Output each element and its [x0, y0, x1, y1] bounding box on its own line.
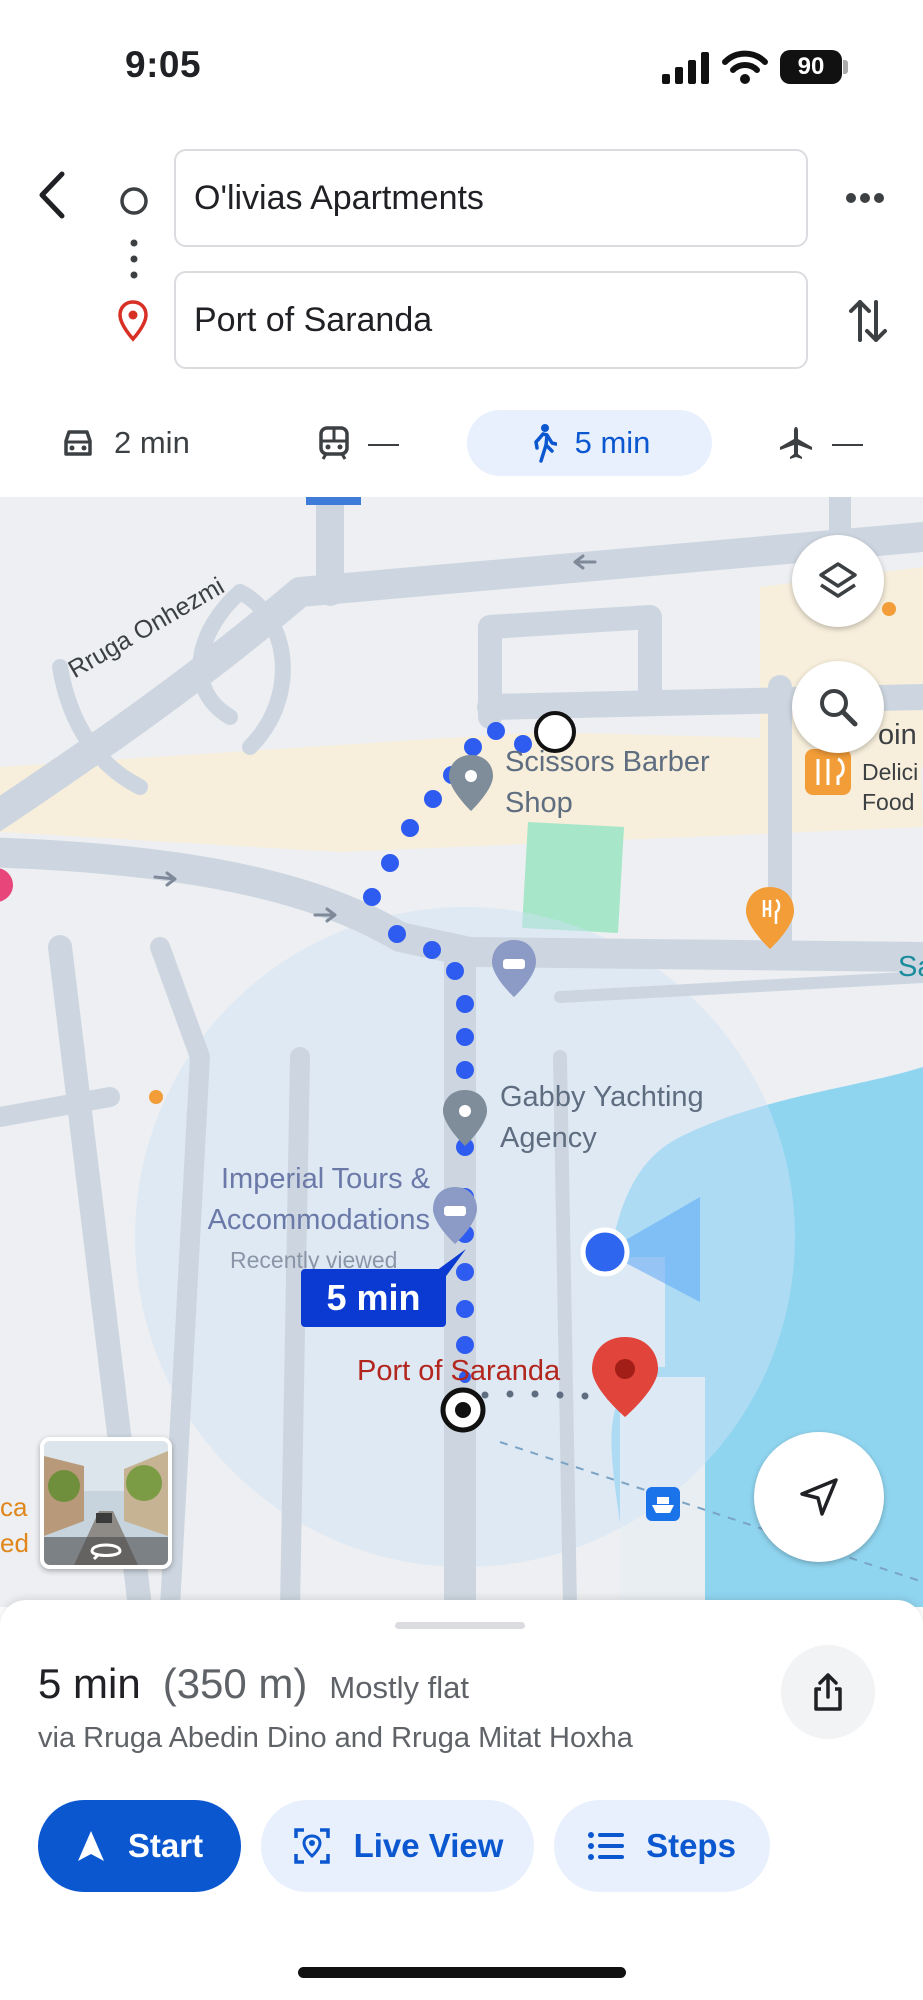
- navigation-arrow-icon: [800, 1478, 838, 1516]
- wifi-icon: [722, 50, 768, 84]
- mode-walk-label: 5 min: [574, 425, 651, 460]
- route-dots-icon: [130, 239, 138, 279]
- transit-icon: [319, 426, 349, 460]
- home-indicator[interactable]: [298, 1967, 626, 1978]
- route-time-badge-tail: [436, 1249, 466, 1279]
- route-terrain: Mostly flat: [329, 1670, 469, 1705]
- airplane-icon: [780, 427, 812, 459]
- sheet-drag-handle[interactable]: [395, 1622, 525, 1629]
- start-label: Start: [127, 1827, 204, 1864]
- status-time: 9:05: [125, 44, 202, 85]
- navigation-start-icon: [77, 1831, 104, 1861]
- map-view[interactable]: Rruga Onhezmi Scissors Barber Shop Gabby…: [0, 497, 923, 1607]
- start-button[interactable]: Start: [38, 1800, 241, 1892]
- layers-button[interactable]: [792, 535, 884, 627]
- walk-icon: [533, 424, 557, 463]
- car-icon: [64, 430, 92, 456]
- live-view-icon: [293, 1828, 330, 1864]
- destination-input[interactable]: Port of Saranda: [174, 271, 808, 369]
- route-time-badge[interactable]: 5 min: [301, 1269, 446, 1327]
- steps-label: Steps: [646, 1827, 736, 1864]
- poi-label-barber[interactable]: Scissors Barber Shop: [505, 742, 755, 824]
- steps-button[interactable]: Steps: [554, 1800, 770, 1892]
- cellular-signal-icon: [662, 52, 709, 84]
- poi-label-partial: Delici: [862, 759, 919, 785]
- poi-label-partial: oin: [878, 719, 917, 751]
- current-location-dot: [580, 1227, 630, 1277]
- search-icon: [820, 689, 858, 727]
- mode-walk-tab[interactable]: 5 min: [467, 410, 712, 476]
- mode-flight-label: —: [832, 425, 863, 460]
- live-view-label: Live View: [353, 1827, 504, 1864]
- more-options-icon[interactable]: [843, 190, 887, 206]
- live-view-button[interactable]: Live View: [261, 1800, 534, 1892]
- destination-value: Port of Saranda: [194, 300, 433, 339]
- poi-label-partial: ca: [0, 1492, 28, 1522]
- share-icon: [814, 1673, 842, 1711]
- mode-car-tab[interactable]: 2 min: [60, 410, 230, 476]
- route-summary: 5 min (350 m) Mostly flat: [38, 1660, 469, 1708]
- list-icon: [588, 1832, 625, 1860]
- poi-label-tours[interactable]: Imperial Tours & Accommodations: [150, 1159, 430, 1241]
- mode-car-label: 2 min: [114, 425, 190, 460]
- battery-indicator: 90: [780, 50, 842, 84]
- origin-input[interactable]: O'livias Apartments: [174, 149, 808, 247]
- route-distance: (350 m): [162, 1660, 308, 1707]
- share-button[interactable]: [781, 1645, 875, 1739]
- layers-icon: [819, 562, 857, 598]
- battery-level: 90: [797, 53, 825, 80]
- route-duration: 5 min: [38, 1660, 141, 1707]
- mode-transit-label: —: [368, 425, 399, 460]
- street-view-image: [44, 1441, 168, 1565]
- battery-nub: [843, 60, 848, 74]
- destination-pin-icon: [118, 300, 148, 342]
- poi-label-partial: Sa: [898, 951, 923, 983]
- street-view-thumbnail[interactable]: [40, 1437, 172, 1569]
- mode-transit-tab[interactable]: —: [318, 410, 428, 476]
- mode-flight-tab[interactable]: —: [778, 410, 888, 476]
- recenter-button[interactable]: [754, 1432, 884, 1562]
- origin-value: O'livias Apartments: [194, 178, 484, 217]
- poi-label-yachting[interactable]: Gabby Yachting Agency: [500, 1077, 735, 1159]
- poi-label-partial: ed: [0, 1528, 29, 1558]
- back-arrow-icon[interactable]: [32, 170, 72, 220]
- poi-label-partial: Food: [862, 789, 915, 815]
- route-via: via Rruga Abedin Dino and Rruga Mitat Ho…: [38, 1722, 633, 1754]
- origin-circle-icon: [120, 187, 148, 215]
- search-map-button[interactable]: [792, 661, 884, 753]
- poi-label-port[interactable]: Port of Saranda: [357, 1351, 560, 1392]
- swap-directions-icon[interactable]: [848, 296, 888, 346]
